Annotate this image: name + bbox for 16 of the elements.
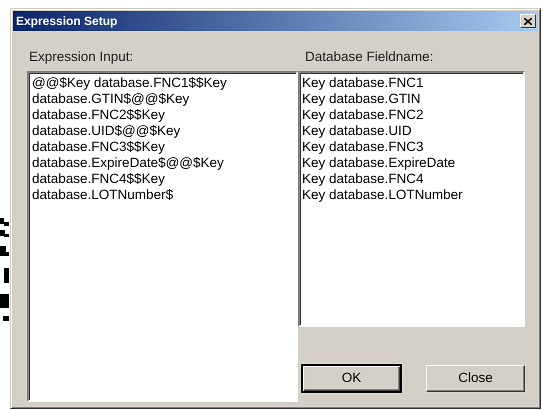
- list-item[interactable]: Key database.LOTNumber: [302, 187, 521, 203]
- list-item[interactable]: Key database.ExpireDate: [302, 155, 521, 171]
- list-item[interactable]: Key database.FNC1: [302, 75, 521, 91]
- dialog-button[interactable]: Close: [426, 365, 525, 392]
- list-item[interactable]: Key database.GTIN: [302, 91, 521, 107]
- close-button[interactable]: [520, 14, 536, 28]
- list-item[interactable]: Key database.FNC3: [302, 139, 521, 155]
- field-label: Expression Input:: [29, 49, 134, 64]
- dialog-button[interactable]: OK: [302, 365, 401, 392]
- list-item[interactable]: Key database.FNC2: [302, 107, 521, 123]
- close-icon: [524, 18, 532, 24]
- list-item[interactable]: Key database.UID: [302, 123, 521, 139]
- list-item[interactable]: Key database.FNC4: [302, 171, 521, 187]
- list-label: Database Fieldname:: [305, 49, 434, 64]
- window-title: Expression Setup: [16, 13, 118, 30]
- expression-input-field[interactable]: @@$Key database.FNC1$$Key database.GTIN$@@$Key database.FNC2$$Key database.UID$@@$Key database.FNC3$$Key database.ExpireDate$@@$Key database.FNC4$$Key database.LOTNumber$: [27, 71, 298, 402]
